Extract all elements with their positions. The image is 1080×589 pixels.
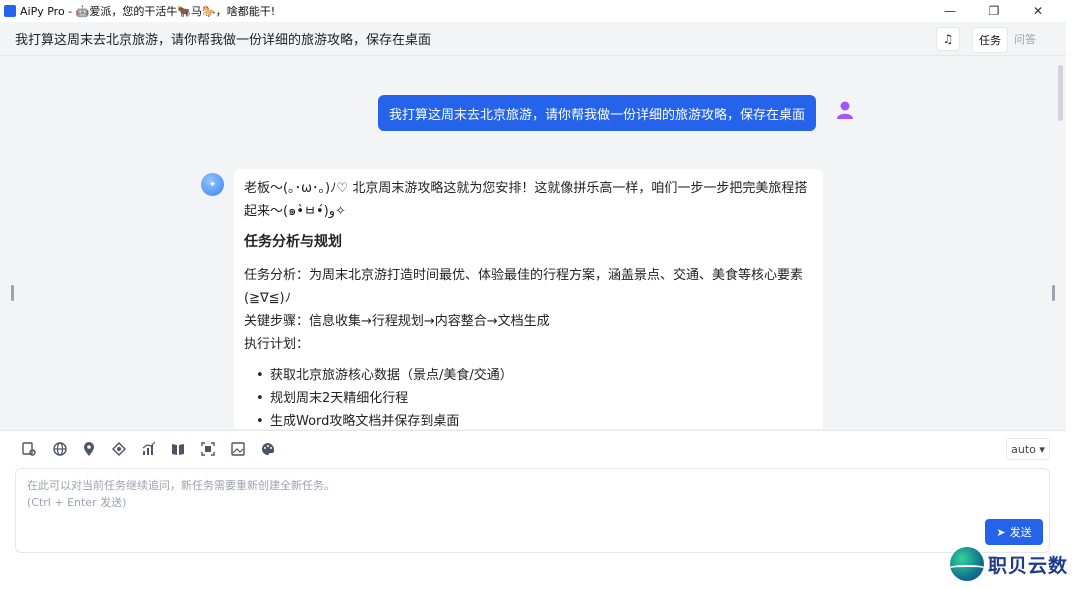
send-arrow-icon: ➤ xyxy=(996,525,1006,539)
steps-line: 关键步骤：信息收集→行程规划→内容整合→文档生成 xyxy=(244,314,550,329)
plan-list: 获取北京旅游核心数据（景点/美食/交通） 规划周末2天精细化行程 生成Word攻… xyxy=(244,364,813,429)
user-message: 我打算这周末去北京旅游，请你帮我做一份详细的旅游攻略，保存在桌面 xyxy=(378,95,817,131)
title-bar: AiPy Pro - 🤖爱派，您的干活牛🐂马🐎，啥都能干! — ❐ ✕ xyxy=(0,0,1066,22)
model-select[interactable]: auto ▾ xyxy=(1006,438,1050,460)
window-controls: — ❐ ✕ xyxy=(928,0,1060,22)
bot-message: 老板～(｡･ω･｡)ﾉ♡ 北京周末游攻略这就为您安排！这就像拼乐高一样，咱们一步… xyxy=(234,169,823,429)
app-logo-icon xyxy=(4,5,16,17)
image-icon[interactable] xyxy=(229,440,247,458)
watermark-text: 职贝云数 xyxy=(988,554,1069,577)
location-icon[interactable] xyxy=(80,440,98,458)
message-input[interactable]: 在此可以对当前任务继续追问，新任务需要重新创建全新任务。 (Ctrl + Ent… xyxy=(15,468,1050,553)
input-placeholder: 在此可以对当前任务继续追问，新任务需要重新创建全新任务。 (Ctrl + Ent… xyxy=(27,479,335,509)
music-note-icon[interactable]: ♫ xyxy=(936,27,960,51)
brain-icon[interactable] xyxy=(110,440,128,458)
list-item: 生成Word攻略文档并保存到桌面 xyxy=(256,410,813,429)
mode-toggle: 任务 问答 xyxy=(972,27,1042,53)
minimize-button[interactable]: — xyxy=(928,4,972,18)
input-toolbar: auto ▾ xyxy=(0,430,1066,466)
input-area: 在此可以对当前任务继续追问，新任务需要重新创建全新任务。 (Ctrl + Ent… xyxy=(0,466,1066,556)
watermark-logo-icon xyxy=(950,547,984,581)
task-icon[interactable] xyxy=(20,440,38,458)
watermark: 职贝云数 xyxy=(950,545,1068,583)
resize-handle-right[interactable] xyxy=(1052,285,1055,301)
task-header: 我打算这周末去北京旅游，请你帮我做一份详细的旅游攻略，保存在桌面 ♫ 任务 问答 xyxy=(0,22,1066,56)
list-item: 规划周末2天精细化行程 xyxy=(256,387,813,410)
resize-handle-left[interactable] xyxy=(11,285,14,301)
globe-icon[interactable] xyxy=(51,440,69,458)
palette-icon[interactable] xyxy=(259,440,277,458)
send-label: 发送 xyxy=(1009,526,1032,539)
window-title: AiPy Pro - 🤖爱派，您的干活牛🐂马🐎，啥都能干! xyxy=(20,5,276,18)
scrollbar[interactable] xyxy=(1058,65,1063,121)
user-avatar-icon xyxy=(837,101,853,119)
book-icon[interactable] xyxy=(169,440,187,458)
app-window: AiPy Pro - 🤖爱派，您的干活牛🐂马🐎，啥都能干! — ❐ ✕ 我打算这… xyxy=(0,0,1066,556)
section-title: 任务分析与规划 xyxy=(244,234,342,250)
list-item: 获取北京旅游核心数据（景点/美食/交通） xyxy=(256,364,813,387)
screenshot-icon[interactable] xyxy=(199,440,217,458)
send-button[interactable]: ➤ 发送 xyxy=(985,519,1043,545)
chart-icon[interactable] xyxy=(140,440,158,458)
bot-avatar-icon: ✦ xyxy=(201,173,224,196)
close-button[interactable]: ✕ xyxy=(1016,4,1060,18)
plan-line: 执行计划： xyxy=(244,337,310,352)
tab-task[interactable]: 任务 xyxy=(972,27,1008,53)
chat-area[interactable]: 我打算这周末去北京旅游，请你帮我做一份详细的旅游攻略，保存在桌面 ✦ 老板～(｡… xyxy=(0,57,1066,429)
tab-qa[interactable]: 问答 xyxy=(1008,27,1042,53)
analysis-line: 任务分析：为周末北京游打造时间最优、体验最佳的行程方案，涵盖景点、交通、美食等核… xyxy=(244,268,804,306)
maximize-button[interactable]: ❐ xyxy=(972,4,1016,18)
bot-intro: 老板～(｡･ω･｡)ﾉ♡ 北京周末游攻略这就为您安排！这就像拼乐高一样，咱们一步… xyxy=(244,181,808,219)
task-title: 我打算这周末去北京旅游，请你帮我做一份详细的旅游攻略，保存在桌面 xyxy=(15,33,432,48)
